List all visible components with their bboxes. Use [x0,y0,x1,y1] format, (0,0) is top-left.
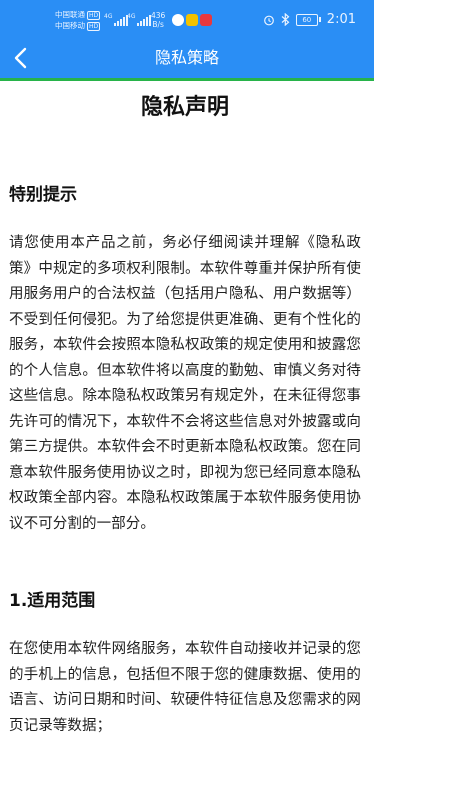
battery-level: 60 [295,13,318,26]
policy-content[interactable]: 隐私声明 特别提示 请您使用本产品之前，务必仔细阅读并理解《隐私政策》中规定的多… [9,81,361,739]
notification-icons [172,14,212,26]
carrier-row-1: 中国联通 HD [55,9,101,20]
hd-badge-1: HD [87,11,101,20]
carrier-1-label: 中国联通 [55,10,85,19]
chat-notification-icon [172,14,184,26]
clock: 2:01 [326,12,356,27]
network-speed-unit: B/s [152,20,164,29]
network-type-1: 4G [104,13,113,20]
alarm-icon [263,15,274,25]
section-heading-scope: 1.适用范围 [9,591,96,611]
document-title: 隐私声明 [140,95,229,120]
app-frame: 中国联通 HD 中国移动 HD 4G 4G 436 B/s 60 2:01 隐私… [0,0,374,800]
app-notification-icon [186,14,198,26]
carrier-row-2: 中国移动 HD [55,20,101,31]
section-body-scope: 在您使用本软件网络服务，本软件自动接收并记录的您的手机上的信息，包括但不限于您的… [9,641,361,734]
bluetooth-icon [281,13,290,26]
app-notification-icon-2 [200,14,212,26]
carrier-2-label: 中国移动 [55,21,85,30]
section-heading-special-notice: 特别提示 [9,185,77,205]
signal-2-icon: 4G [127,13,152,26]
nav-bar: 隐私策略 [0,38,374,78]
network-speed-value: 436 [151,11,166,20]
section-body-special-notice: 请您使用本产品之前，务必仔细阅读并理解《隐私政策》中规定的多项权利限制。本软件尊… [9,235,361,532]
signal-1-icon: 4G [104,13,129,26]
hd-badge-2: HD [87,22,101,31]
status-bar: 中国联通 HD 中国移动 HD 4G 4G 436 B/s 60 2:01 [0,0,374,38]
battery-icon: 60 [295,13,321,26]
status-right: 60 2:01 [263,12,356,27]
carrier-info: 中国联通 HD 中国移动 HD [55,9,101,31]
network-speed: 436 B/s [151,11,165,29]
page-title: 隐私策略 [154,48,219,67]
network-type-2: 4G [127,13,136,20]
